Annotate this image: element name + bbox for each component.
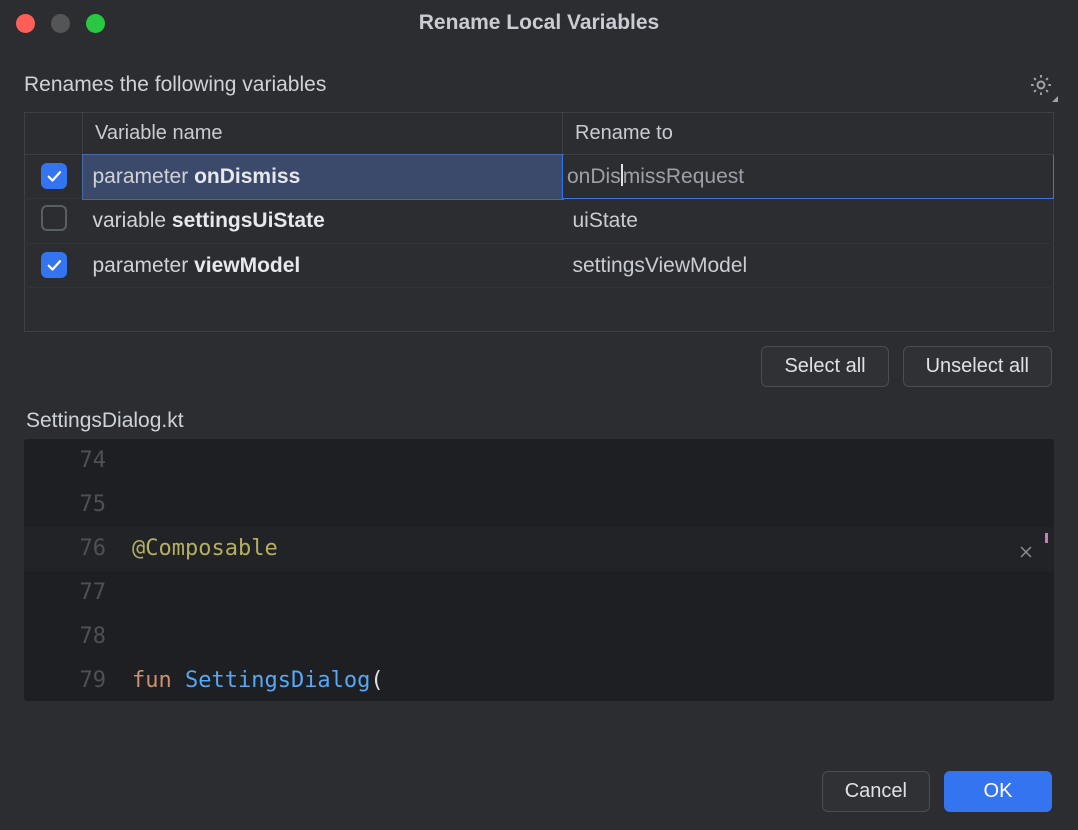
table-row[interactable]: parameter onDismiss onDismissRequest: [25, 155, 1054, 199]
dialog-description: Renames the following variables: [24, 73, 326, 97]
zoom-window-icon[interactable]: [86, 14, 105, 33]
title-bar: Rename Local Variables: [0, 0, 1078, 46]
col-rename-to: Rename to: [563, 113, 1054, 155]
window-title: Rename Local Variables: [0, 11, 1078, 35]
col-checkbox: [25, 113, 83, 155]
variable-kind: variable: [93, 209, 167, 232]
table-row-empty: [25, 288, 1054, 332]
variable-kind: parameter: [93, 165, 189, 188]
checkbox[interactable]: [41, 205, 67, 231]
file-name: SettingsDialog.kt: [24, 391, 1054, 439]
window-controls: [16, 14, 105, 33]
code-body: @Composable fun SettingsDialog( onDismis…: [132, 439, 1054, 701]
close-icon[interactable]: [1018, 531, 1034, 575]
line-number: 74: [24, 439, 106, 483]
editor-marker-stripe[interactable]: [1043, 439, 1051, 701]
cancel-button[interactable]: Cancel: [822, 771, 930, 812]
rename-value[interactable]: uiState: [563, 199, 1054, 244]
minimize-window-icon[interactable]: [51, 14, 70, 33]
unselect-all-button[interactable]: Unselect all: [903, 346, 1052, 387]
variable-name: onDismiss: [194, 165, 300, 188]
rename-input[interactable]: onDismissRequest: [563, 155, 1054, 199]
variable-name: settingsUiState: [172, 209, 325, 232]
line-number: 75: [24, 483, 106, 527]
table-row[interactable]: variable settingsUiState uiState: [25, 199, 1054, 244]
line-number: 77: [24, 571, 106, 615]
code-preview[interactable]: 74 75 76 77 78 79 @Composable fun Settin…: [24, 439, 1054, 701]
rename-value[interactable]: settingsViewModel: [563, 244, 1054, 288]
col-variable-name: Variable name: [83, 113, 563, 155]
variable-name: viewModel: [194, 254, 300, 277]
gutter: 74 75 76 77 78 79: [24, 439, 120, 701]
line-number: 79: [24, 659, 106, 701]
line-number: 78: [24, 615, 106, 659]
variable-kind: parameter: [93, 254, 189, 277]
table-row[interactable]: parameter viewModel settingsViewModel: [25, 244, 1054, 288]
select-all-button[interactable]: Select all: [761, 346, 888, 387]
checkbox[interactable]: [41, 163, 67, 189]
variables-table: Variable name Rename to parameter onDism…: [24, 112, 1054, 332]
close-window-icon[interactable]: [16, 14, 35, 33]
ok-button[interactable]: OK: [944, 771, 1052, 812]
line-number: 76: [24, 527, 106, 571]
gear-icon[interactable]: [1028, 72, 1054, 98]
checkbox[interactable]: [41, 252, 67, 278]
